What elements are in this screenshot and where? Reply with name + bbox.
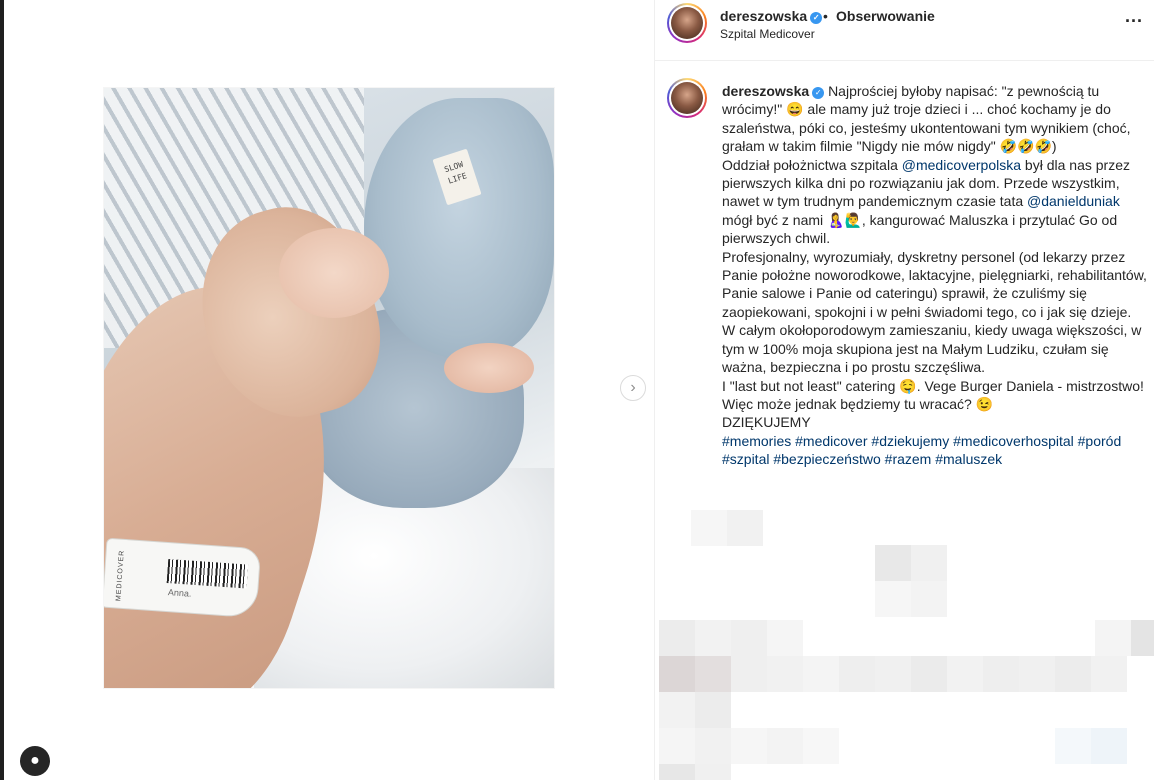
- pixelated-comments-area: [655, 505, 1154, 780]
- hospital-wristband: MEDICOVER Anna.: [104, 537, 262, 619]
- caption-p6: Więc może jednak będziemy tu wracać? 😉: [722, 395, 994, 412]
- hashtag-list: #memories #medicover #dziekujemy #medico…: [722, 432, 1147, 469]
- verified-badge-icon: ✓: [810, 12, 823, 24]
- avatar[interactable]: [667, 3, 707, 43]
- wristband-logo: MEDICOVER: [115, 549, 126, 602]
- mention-danielduniak[interactable]: @danielduniak: [1027, 193, 1120, 209]
- user-account-icon[interactable]: ●: [20, 746, 50, 776]
- caption-paragraph: Oddział położnictwa szpitala @medicoverp…: [722, 156, 1147, 248]
- more-options-icon[interactable]: ...: [1125, 6, 1143, 27]
- hashtag[interactable]: #maluszek: [935, 451, 1002, 467]
- caption-p2-c: mógł być z nami 🤱🙋‍♂️, kangurować Malusz…: [722, 211, 1118, 247]
- caption-text: dereszowska ✓ Najprościej byłoby napisać:…: [722, 82, 1147, 469]
- hashtag[interactable]: #poród: [1078, 433, 1122, 449]
- mention-medicoverpolska[interactable]: @medicoverpolska: [902, 157, 1021, 173]
- hashtag[interactable]: #dziekujemy: [871, 433, 949, 449]
- caption-p4: W całym okołoporodowym zamieszaniu, kied…: [722, 322, 1142, 376]
- caption-p2-a: Oddział położnictwa szpitala: [722, 156, 902, 173]
- chevron-right-icon[interactable]: ›: [620, 375, 646, 401]
- baby-hand: [279, 228, 389, 318]
- hashtag[interactable]: #memories: [722, 433, 791, 449]
- username-text[interactable]: dereszowska: [720, 8, 807, 24]
- hashtag[interactable]: #medicoverhospital: [953, 433, 1074, 449]
- barcode: [166, 559, 249, 589]
- post-photo[interactable]: SLOW LIFE MEDICOVER Anna.: [104, 88, 554, 688]
- post-media-area: SLOW LIFE MEDICOVER Anna. › ●: [4, 0, 654, 780]
- hashtag[interactable]: #szpital: [722, 451, 769, 467]
- verified-badge-icon: ✓: [812, 87, 825, 99]
- caption-paragraph: dereszowska ✓ Najprościej byłoby napisać:…: [722, 82, 1147, 156]
- baby-hand-second: [444, 343, 534, 393]
- caption-p7: DZIĘKUJEMY: [722, 414, 811, 431]
- hashtag[interactable]: #bezpieczeństwo: [773, 451, 880, 467]
- following-button[interactable]: Obserwowanie: [836, 8, 935, 24]
- caption-p3: Profesjonalny, wyrozumiały, dyskretny pe…: [722, 248, 1147, 320]
- location-link[interactable]: Szpital Medicover: [720, 27, 815, 41]
- hashtag[interactable]: #medicover: [795, 433, 867, 449]
- baby-hat: [364, 98, 554, 358]
- hashtag[interactable]: #razem: [885, 451, 932, 467]
- caption-avatar[interactable]: [667, 78, 707, 118]
- post-side-panel: dereszowska ✓ • Obserwowanie Szpital Medi…: [655, 0, 1154, 780]
- username-link[interactable]: dereszowska ✓: [720, 8, 823, 24]
- separator-dot: •: [823, 8, 828, 24]
- caption-p5: I "last but not least" catering 🤤. Vege …: [722, 377, 1144, 394]
- wristband-name: Anna.: [167, 587, 192, 599]
- caption-username[interactable]: dereszowska: [722, 83, 809, 99]
- post-header: dereszowska ✓ • Obserwowanie Szpital Medi…: [655, 0, 1154, 61]
